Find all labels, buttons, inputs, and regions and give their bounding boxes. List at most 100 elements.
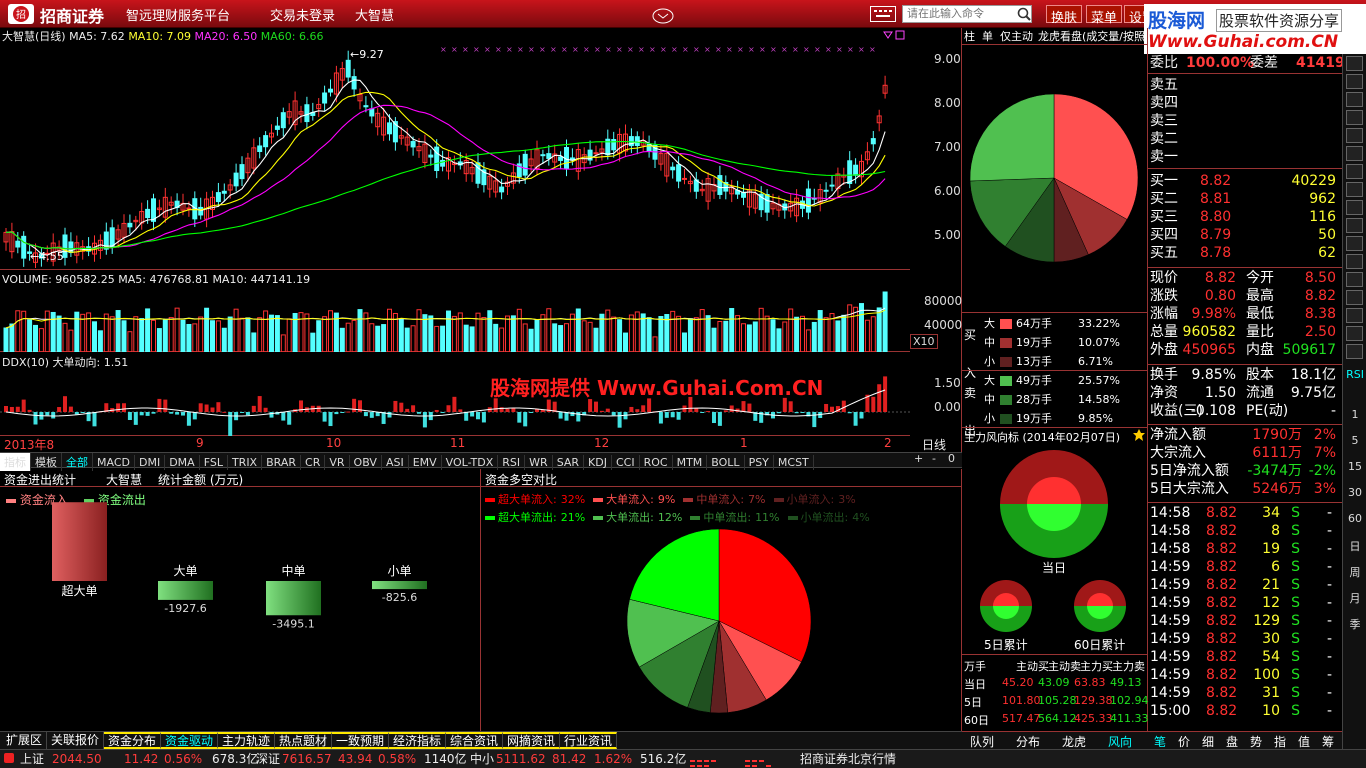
reset-indicator-button[interactable]: 0 (948, 452, 955, 465)
indicator-tab[interactable]: KDJ (584, 455, 612, 470)
tab-dragon-tiger[interactable]: 龙虎看盘(成交量/按照 (1038, 28, 1146, 44)
grid-icon[interactable] (1346, 200, 1363, 215)
period-button[interactable]: RSI (1345, 368, 1365, 381)
tab-bar[interactable]: 柱 (964, 28, 975, 44)
info-icon[interactable] (1346, 326, 1363, 341)
bottom-tab[interactable]: 综合资讯 (446, 732, 504, 749)
period-button[interactable]: 1 (1345, 408, 1365, 421)
collapse-icon[interactable] (652, 8, 674, 24)
indicator-tab[interactable]: PSY (745, 455, 774, 470)
f10-icon[interactable] (1346, 236, 1363, 251)
tick-row[interactable]: 14:59 8.82 6 S - (1150, 558, 1340, 576)
remove-indicator-button[interactable]: - (932, 452, 936, 465)
indicator-tab[interactable]: FSL (200, 455, 228, 470)
tick-row[interactable]: 14:58 8.82 19 S - (1150, 540, 1340, 558)
tab-active-only[interactable]: 仅主动 (1000, 28, 1033, 44)
indicator-tab[interactable]: CR (301, 455, 326, 470)
bar-icon[interactable] (1346, 92, 1363, 107)
order-book-tab[interactable]: 势 (1250, 733, 1262, 750)
period-button[interactable]: 月 (1345, 590, 1365, 606)
period-label[interactable]: 日线 (922, 436, 946, 453)
indicator-tab[interactable]: VR (325, 455, 350, 470)
bottom-tab[interactable]: 行业资讯 (560, 732, 618, 749)
menu-item-dzh[interactable]: 大智慧 (355, 5, 394, 24)
stats-icon[interactable] (1346, 290, 1363, 305)
order-book-tab[interactable]: 值 (1298, 733, 1310, 750)
tab-distribution[interactable]: 分布 (1016, 733, 1040, 750)
indicator-tab[interactable]: ROC (640, 455, 673, 470)
kline-chart-area[interactable]: 大智慧(日线) MA5: 7.62 MA10: 7.09 MA20: 6.50 … (0, 28, 962, 452)
star-icon[interactable] (1132, 428, 1146, 442)
layout-icon[interactable] (1346, 254, 1363, 269)
order-book-tab[interactable]: 笔 (1154, 733, 1166, 750)
settings-icon[interactable] (1346, 344, 1363, 359)
indicator-tab[interactable]: ASI (382, 455, 409, 470)
add-indicator-button[interactable]: + (914, 452, 923, 465)
order-book-tab[interactable]: 价 (1178, 733, 1190, 750)
keyboard-icon[interactable] (870, 6, 896, 22)
window-icon[interactable] (1346, 272, 1363, 287)
tick-row[interactable]: 14:59 8.82 30 S - (1150, 630, 1340, 648)
tick-row[interactable]: 14:58 8.82 8 S - (1150, 522, 1340, 540)
candlestick-chart[interactable]: × × × × × × × × × × × × × × × × × × × × × × × × × × × × × × × × × × × × × × × ×… (0, 44, 910, 270)
period-button[interactable]: 30 (1345, 486, 1365, 499)
indicator-tab[interactable]: MACD (93, 455, 135, 470)
period-button[interactable]: 60 (1345, 512, 1365, 525)
menu-button[interactable]: 菜单 (1086, 5, 1123, 26)
tick-row[interactable]: 14:59 8.82 100 S - (1150, 666, 1340, 684)
indicator-tab[interactable]: SAR (553, 455, 585, 470)
bottom-tab[interactable]: 资金驱动 (161, 732, 219, 749)
candle-icon[interactable] (1346, 110, 1363, 125)
indicator-tab[interactable]: EMV (409, 455, 442, 470)
order-book-tab[interactable]: 细 (1202, 733, 1214, 750)
fz-icon[interactable] (1346, 308, 1363, 323)
volume-pane[interactable] (0, 288, 910, 353)
compare-icon[interactable] (1346, 218, 1363, 233)
tick-row[interactable]: 14:59 8.82 21 S - (1150, 576, 1340, 594)
broker-server-label[interactable]: 招商证券北京行情 (800, 750, 896, 768)
draw-icon[interactable] (1346, 146, 1363, 161)
price-pane[interactable]: × × × × × × × × × × × × × × × × × × × × × × × × × × × × × × × × × × × × × × × ×… (0, 44, 910, 270)
indicator-tab[interactable]: WR (525, 455, 553, 470)
indicator-tab[interactable]: BRAR (262, 455, 302, 470)
tick-row[interactable]: 14:58 8.82 34 S - (1150, 504, 1340, 522)
bottom-tab[interactable]: 扩展区 (2, 732, 48, 749)
tick-list[interactable]: 14:58 8.82 34 S -14:58 8.82 8 S -14:58 8.82 19 S -14… (1150, 504, 1340, 720)
command-input[interactable] (902, 5, 1032, 23)
line-icon[interactable] (1346, 74, 1363, 89)
search-icon[interactable] (1016, 6, 1032, 22)
sh-index-label[interactable]: 上证 (20, 750, 44, 768)
text-icon[interactable] (1346, 182, 1363, 197)
sz-index-label[interactable]: 深证 (256, 750, 280, 768)
indicator-tab[interactable]: TRIX (228, 455, 263, 470)
bottom-tab[interactable]: 资金分布 (104, 732, 162, 749)
indicator-tab[interactable]: OBV (350, 455, 382, 470)
indicator-tab[interactable]: MTM (673, 455, 708, 470)
bottom-tab[interactable]: 热点题材 (275, 732, 333, 749)
tick-row[interactable]: 15:00 8.82 10 S - (1150, 702, 1340, 720)
period-button[interactable]: 周 (1345, 564, 1365, 580)
tab-queue[interactable]: 队列 (970, 733, 994, 750)
tab-single[interactable]: 单 (982, 28, 993, 44)
tick-row[interactable]: 14:59 8.82 31 S - (1150, 684, 1340, 702)
indicator-tab[interactable]: VOL-TDX (442, 455, 499, 470)
skin-button[interactable]: 换肤 (1046, 5, 1083, 26)
menu-item-platform[interactable]: 智远理财服务平台 (126, 5, 230, 24)
tab-dragon-tiger-bottom[interactable]: 龙虎 (1062, 733, 1086, 750)
indicator-tab[interactable]: DMA (165, 455, 200, 470)
sme-index-label[interactable]: 中小 (470, 750, 494, 768)
chart-type-icon[interactable] (1346, 56, 1363, 71)
bottom-tab[interactable]: 一致预期 (332, 732, 390, 749)
indicator-tab[interactable]: RSI (498, 455, 526, 470)
period-button[interactable]: 5 (1345, 434, 1365, 447)
bottom-tab[interactable]: 关联报价 (47, 732, 105, 749)
bottom-tab[interactable]: 主力轨迹 (218, 732, 276, 749)
order-book-tab[interactable]: 筹 (1322, 733, 1334, 750)
indicator-tab[interactable]: DMI (135, 455, 166, 470)
menu-item-trade-login[interactable]: 交易未登录 (270, 5, 335, 24)
tick-row[interactable]: 14:59 8.82 54 S - (1150, 648, 1340, 666)
period-button[interactable]: 季 (1345, 616, 1365, 632)
period-button[interactable]: 日 (1345, 538, 1365, 554)
order-book-tab[interactable]: 盘 (1226, 733, 1238, 750)
bottom-tab[interactable]: 经济指标 (389, 732, 447, 749)
